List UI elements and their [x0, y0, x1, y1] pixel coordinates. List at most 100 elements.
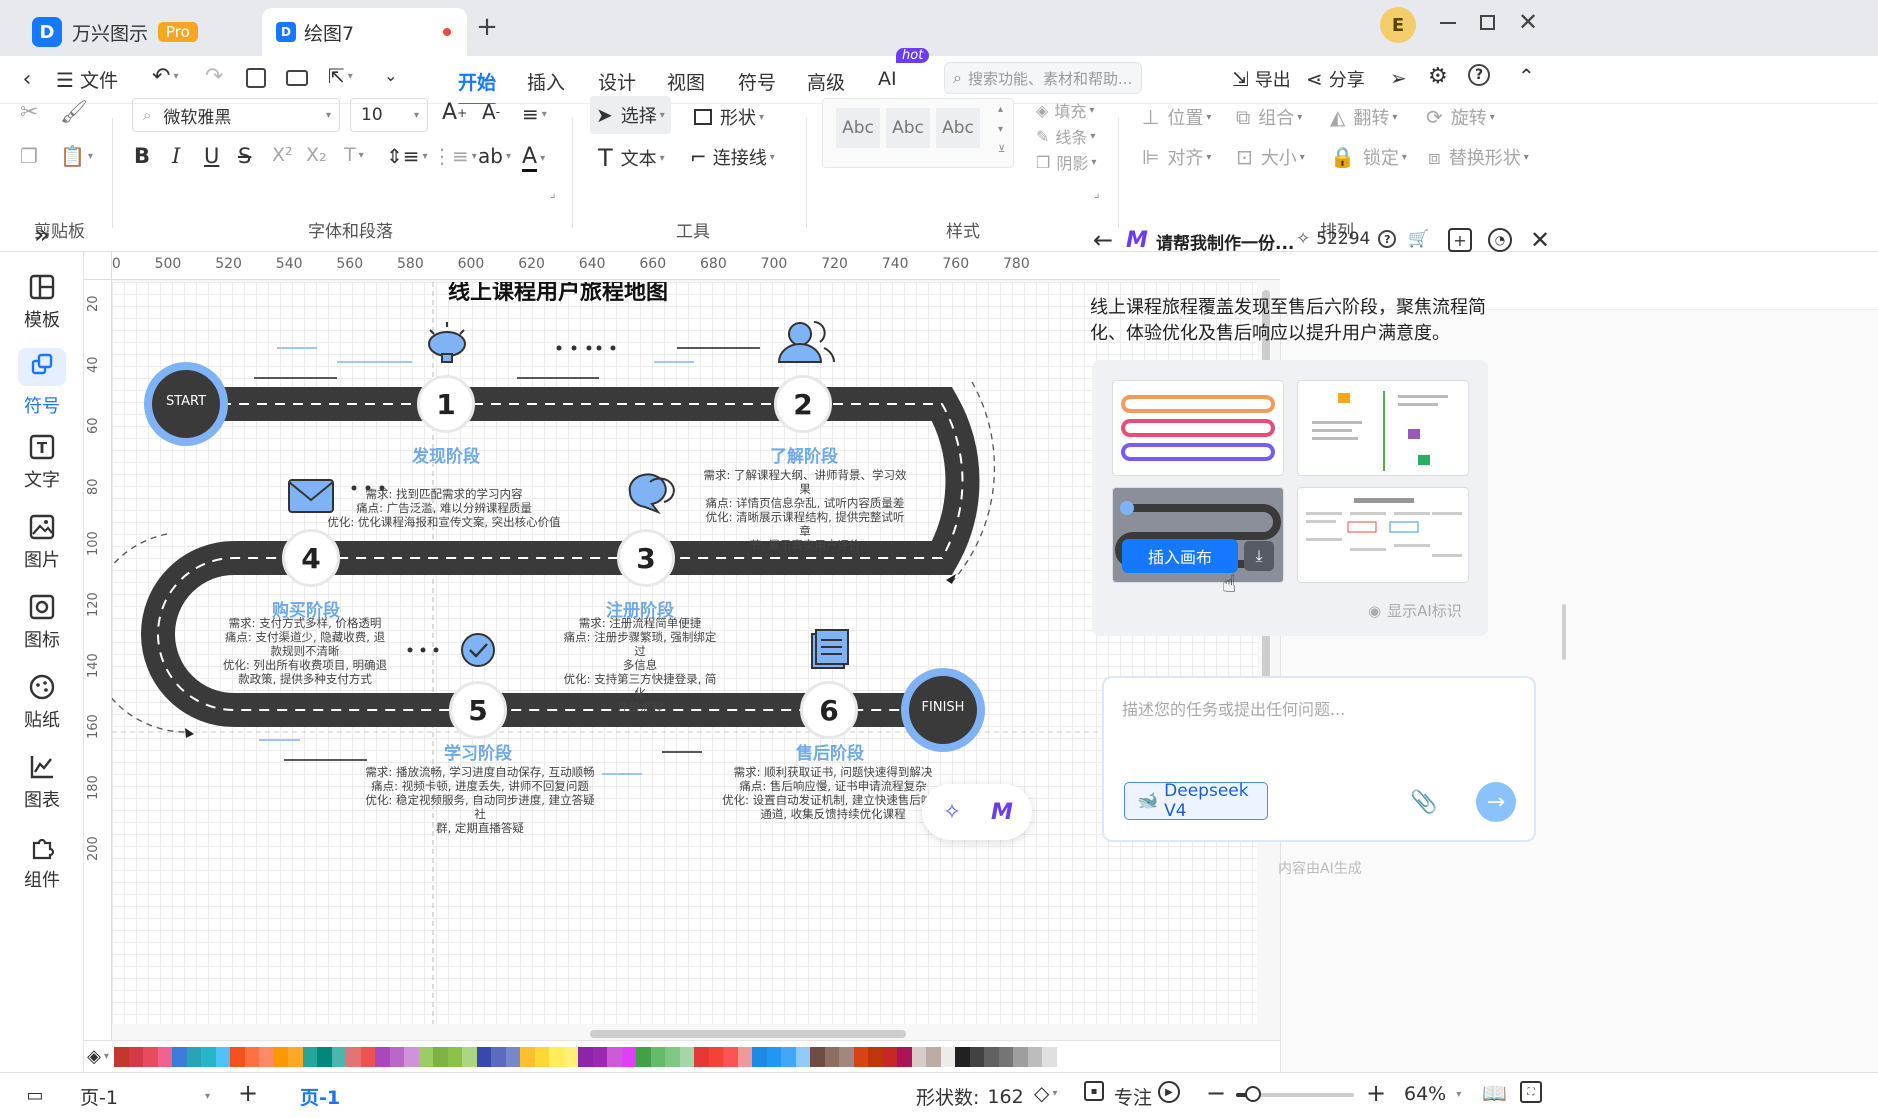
send-icon[interactable]: ➢ — [1390, 66, 1407, 90]
color-swatch[interactable] — [534, 1047, 549, 1067]
color-swatch[interactable] — [404, 1047, 419, 1067]
font-family-select[interactable]: ⌕ 微软雅黑 ▾ — [132, 98, 340, 132]
color-swatch[interactable] — [418, 1047, 433, 1067]
redo-icon[interactable]: ↷ — [205, 64, 223, 89]
quick-access-menu-icon[interactable]: ⌄ — [384, 66, 397, 85]
play-presentation-icon[interactable]: ▶ — [1158, 1081, 1180, 1103]
color-swatch[interactable] — [273, 1047, 288, 1067]
color-swatch[interactable] — [288, 1047, 303, 1067]
text-align-icon[interactable]: ≡ ▾ — [522, 102, 547, 126]
line-button[interactable]: ✎ 线条 ▾ — [1036, 124, 1095, 148]
format-painter-icon[interactable]: 🖌 — [60, 100, 88, 125]
chat-input-placeholder[interactable]: 描述您的任务或提出任何问题... — [1122, 696, 1345, 720]
cut-icon[interactable]: ✂ — [20, 100, 38, 125]
color-swatch[interactable] — [810, 1047, 825, 1067]
page-panel-toggle-icon[interactable]: ▭ — [22, 1083, 48, 1107]
sidebar-item-sticker[interactable]: 贴纸 — [0, 658, 84, 748]
fullscreen-icon[interactable]: ⛶ — [1520, 1081, 1542, 1103]
layers-icon[interactable]: ◇ ▾ — [1034, 1081, 1057, 1105]
model-selector[interactable]: 🐋 Deepseek V4 — [1124, 781, 1268, 821]
tab-design[interactable]: 设计 — [598, 68, 636, 95]
color-swatch[interactable] — [157, 1047, 172, 1067]
color-swatch[interactable] — [984, 1047, 999, 1067]
ai-logo-icon[interactable]: M — [988, 798, 1016, 826]
diagram-page[interactable]: START FINISH 线上课程用户旅程地图 1 2 3 4 5 6 发现阶段… — [112, 282, 1257, 1024]
color-swatch[interactable] — [433, 1047, 448, 1067]
italic-icon[interactable]: I — [172, 144, 180, 168]
style-sample-2[interactable]: Abc — [886, 108, 930, 148]
color-swatch[interactable] — [955, 1047, 970, 1067]
page-tab-1[interactable]: 页-1 — [300, 1083, 340, 1110]
sidebar-item-symbol[interactable]: 符号 — [0, 338, 84, 428]
minimize-icon[interactable] — [1440, 22, 1456, 24]
share-button[interactable]: ⋖ 分享 — [1306, 66, 1365, 92]
sidebar-item-text[interactable]: T 文字 — [0, 418, 84, 508]
increase-font-icon[interactable]: A + — [442, 100, 467, 125]
color-swatch[interactable] — [114, 1047, 129, 1067]
style-scroll-icon[interactable]: ▴ ▾ ⊻ — [998, 100, 1005, 160]
color-swatch[interactable] — [244, 1047, 259, 1067]
color-swatch[interactable] — [592, 1047, 607, 1067]
superscript-icon[interactable]: X² — [272, 144, 293, 166]
color-swatch[interactable] — [331, 1047, 346, 1067]
cart-icon[interactable]: 🛒 — [1408, 229, 1429, 249]
color-swatch[interactable] — [839, 1047, 854, 1067]
color-swatch[interactable] — [607, 1047, 622, 1067]
group-button[interactable]: ⧉ 组合 ▾ — [1236, 104, 1302, 130]
search-box[interactable]: ⌕ 搜索功能、素材和帮助... — [944, 62, 1142, 94]
focus-mode[interactable]: 专注 — [1114, 1083, 1152, 1110]
back-arrow-icon[interactable]: ← — [1090, 226, 1116, 254]
color-swatch[interactable] — [143, 1047, 158, 1067]
text-case-icon[interactable]: T ▾ — [344, 144, 364, 166]
color-swatch[interactable] — [636, 1047, 651, 1067]
color-swatch[interactable] — [491, 1047, 506, 1067]
text-tool[interactable]: T 文本 ▾ — [598, 144, 665, 172]
paste-icon[interactable]: 📋 ▾ — [60, 144, 93, 168]
color-swatch[interactable] — [708, 1047, 723, 1067]
ai-panel-scrollbar[interactable] — [1562, 604, 1566, 660]
style-sample-3[interactable]: Abc — [936, 108, 980, 148]
tab-view[interactable]: 视图 — [667, 68, 705, 95]
line-spacing-icon[interactable]: ⇕≡ ▾ — [386, 144, 428, 168]
tab-ai[interactable]: AI — [878, 68, 897, 90]
color-swatch[interactable] — [723, 1047, 738, 1067]
color-swatch[interactable] — [549, 1047, 564, 1067]
new-chat-icon[interactable]: + — [1448, 228, 1472, 252]
style-sample-1[interactable]: Abc — [836, 108, 880, 148]
color-swatch[interactable] — [752, 1047, 767, 1067]
page-selector[interactable]: 页-1 ▾ — [80, 1083, 210, 1110]
zoom-in-button[interactable]: + — [1366, 1079, 1386, 1107]
fill-bucket-icon[interactable]: ◈ ▾ — [84, 1043, 112, 1069]
add-page-button[interactable]: + — [236, 1079, 260, 1107]
shape-tool[interactable]: 形状 ▾ — [694, 104, 764, 130]
color-swatch[interactable] — [868, 1047, 883, 1067]
color-swatch[interactable] — [186, 1047, 201, 1067]
lock-button[interactable]: 🔒 锁定 ▾ — [1330, 144, 1407, 170]
tab-advanced[interactable]: 高级 — [807, 68, 845, 95]
user-avatar[interactable]: E — [1380, 7, 1416, 43]
help-icon[interactable]: ? — [1468, 64, 1490, 86]
history-clock-icon[interactable]: ◔ — [1488, 228, 1512, 252]
select-tool[interactable]: ➤ 选择 ▾ — [590, 96, 671, 134]
close-window-icon[interactable]: ✕ — [1514, 8, 1542, 36]
color-swatch[interactable] — [824, 1047, 839, 1067]
sidebar-item-image[interactable]: 图片 — [0, 498, 84, 588]
color-swatch[interactable] — [766, 1047, 781, 1067]
color-swatch[interactable] — [679, 1047, 694, 1067]
credits-help-icon[interactable]: ? — [1378, 230, 1397, 248]
color-swatch[interactable] — [172, 1047, 187, 1067]
color-swatch[interactable] — [375, 1047, 390, 1067]
size-button[interactable]: ⊡ 大小 ▾ — [1236, 144, 1305, 170]
sidebar-expand-icon[interactable]: » — [22, 220, 62, 250]
color-swatch[interactable] — [360, 1047, 375, 1067]
font-size-select[interactable]: 10 ▾ — [350, 98, 428, 132]
zoom-out-button[interactable]: − — [1206, 1079, 1226, 1107]
color-swatch[interactable] — [882, 1047, 897, 1067]
color-swatch[interactable] — [650, 1047, 665, 1067]
undo-icon[interactable]: ↶ ▾ — [152, 64, 178, 89]
color-swatch[interactable] — [998, 1047, 1013, 1067]
color-swatch[interactable] — [1027, 1047, 1042, 1067]
file-menu[interactable]: ☰ 文件 — [56, 66, 118, 93]
horizontal-scrollbar[interactable] — [590, 1030, 906, 1038]
color-swatch[interactable] — [781, 1047, 796, 1067]
